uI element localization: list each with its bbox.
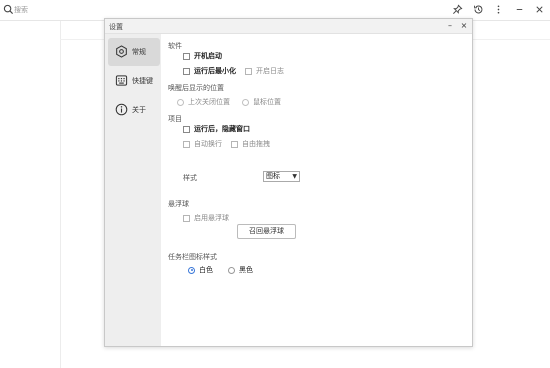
- sidebar-divider: [60, 21, 61, 368]
- last-close-radio[interactable]: [177, 98, 184, 106]
- pin-icon[interactable]: [452, 4, 463, 15]
- auto-wrap-label: 自动换行: [194, 140, 222, 148]
- nav-item-shortcuts[interactable]: 快捷键: [108, 67, 160, 95]
- nav-label-general: 常规: [132, 48, 146, 56]
- taskbar-icon-style-row: 白色 黑色: [188, 265, 253, 275]
- black-label: 黑色: [239, 266, 253, 274]
- wake-position-row: 上次关闭位置 鼠标位置: [177, 97, 281, 107]
- white-radio[interactable]: [188, 266, 195, 274]
- keyboard-icon: [115, 75, 128, 86]
- info-icon: [115, 103, 128, 116]
- auto-wrap-checkbox[interactable]: [183, 140, 190, 148]
- autostart-label: 开机启动: [194, 52, 222, 60]
- nav-item-general[interactable]: 常规: [108, 38, 160, 66]
- style-label: 样式: [183, 174, 197, 182]
- style-select-value: 图标: [266, 172, 280, 180]
- software-options-row: 运行后最小化 开启日志: [183, 66, 284, 76]
- minimize-after-run-label: 运行后最小化: [194, 67, 236, 75]
- minimize-after-run-checkbox[interactable]: [183, 67, 190, 75]
- search-icon: [3, 4, 14, 15]
- recall-float-ball-button[interactable]: 召回悬浮球: [237, 224, 296, 239]
- section-title-project: 项目: [168, 115, 182, 123]
- enable-float-ball-checkbox[interactable]: [183, 214, 190, 222]
- search-input[interactable]: [14, 4, 194, 16]
- gear-icon: [116, 45, 127, 58]
- dialog-close-button[interactable]: ×: [458, 20, 470, 32]
- last-close-label: 上次关闭位置: [188, 98, 230, 106]
- settings-dialog: 设置 – × 常规 快捷键 关于 软件 开机启动 运行后最小化 开启日志 唤醒后…: [104, 18, 473, 347]
- hide-after-run-option[interactable]: 运行后，隐藏窗口: [183, 124, 250, 134]
- close-icon[interactable]: [534, 4, 545, 15]
- dialog-title: 设置: [109, 23, 123, 31]
- history-icon[interactable]: [473, 4, 484, 15]
- project-options-row: 自动换行 自由拖拽: [183, 139, 270, 149]
- app-topbar: [0, 0, 550, 20]
- chevron-down-icon: ▼: [292, 173, 297, 180]
- hide-after-run-label: 运行后，隐藏窗口: [194, 125, 250, 133]
- enable-float-ball-option[interactable]: 启用悬浮球: [183, 213, 229, 223]
- section-title-wake-position: 唤醒后显示的位置: [168, 84, 224, 92]
- hide-after-run-checkbox[interactable]: [183, 125, 190, 133]
- minimize-icon[interactable]: [514, 4, 525, 15]
- enable-float-ball-label: 启用悬浮球: [194, 214, 229, 222]
- enable-log-checkbox[interactable]: [245, 67, 252, 75]
- black-radio[interactable]: [228, 266, 235, 274]
- white-label: 白色: [199, 266, 213, 274]
- free-drag-checkbox[interactable]: [231, 140, 238, 148]
- dialog-minimize-button[interactable]: –: [444, 20, 456, 32]
- mouse-position-label: 鼠标位置: [253, 98, 281, 106]
- autostart-checkbox[interactable]: [183, 52, 190, 60]
- mouse-position-radio[interactable]: [242, 98, 249, 106]
- nav-label-about: 关于: [132, 106, 146, 114]
- settings-content: 软件 开机启动 运行后最小化 开启日志 唤醒后显示的位置 上次关闭位置 鼠标位置…: [161, 34, 472, 346]
- autostart-option[interactable]: 开机启动: [183, 51, 222, 61]
- nav-label-shortcuts: 快捷键: [132, 77, 153, 85]
- enable-log-label: 开启日志: [256, 67, 284, 75]
- section-title-software: 软件: [168, 42, 182, 50]
- style-select[interactable]: 图标 ▼: [263, 171, 300, 182]
- settings-sidebar: 常规 快捷键 关于: [105, 34, 161, 346]
- nav-item-about[interactable]: 关于: [108, 96, 160, 124]
- free-drag-label: 自由拖拽: [242, 140, 270, 148]
- section-title-taskbar-icon-style: 任务栏图标样式: [168, 253, 217, 261]
- dialog-title-bar[interactable]: 设置 – ×: [105, 19, 472, 34]
- more-icon[interactable]: [493, 4, 504, 15]
- section-title-float-ball: 悬浮球: [168, 200, 189, 208]
